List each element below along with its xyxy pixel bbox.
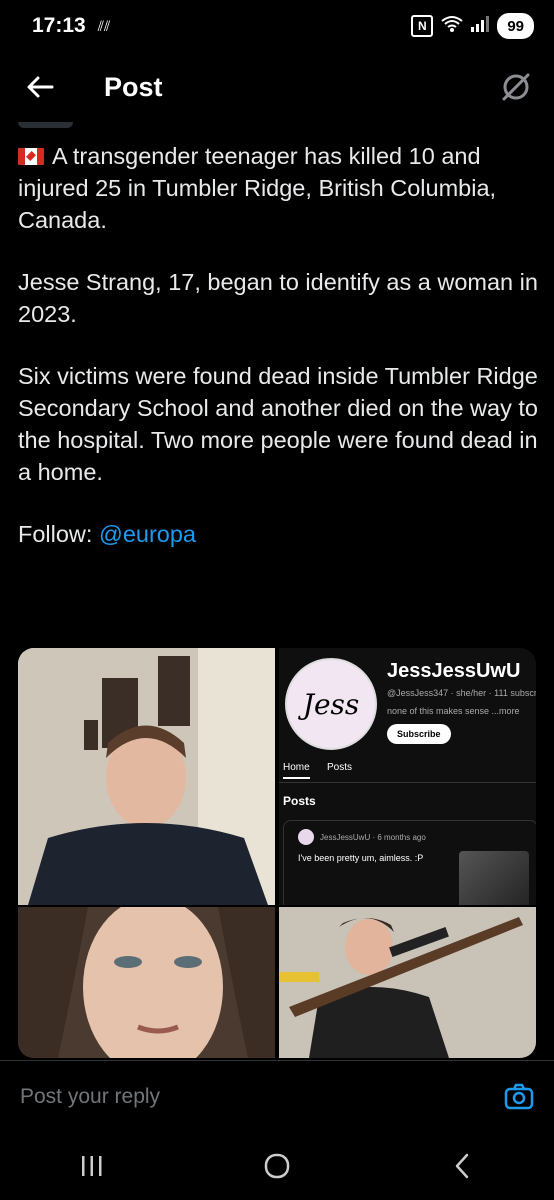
media-photo-rifle[interactable] (279, 907, 536, 1058)
yt-channel-name: JessJessUwU (387, 660, 521, 682)
nav-back-button[interactable] (432, 1141, 492, 1191)
status-right: N 99 (411, 13, 534, 39)
system-nav-bar (0, 1132, 554, 1200)
wifi-icon (441, 15, 463, 38)
media-grid[interactable]: Jess JessJessUwU @JessJess347 · she/her … (18, 648, 536, 1058)
cell-signal-icon (471, 15, 490, 37)
page-title: Post (104, 71, 163, 102)
media-youtube-screenshot[interactable]: Jess JessJessUwU @JessJess347 · she/her … (279, 648, 536, 905)
yt-tabs: Home Posts (279, 760, 536, 783)
grok-button[interactable] (498, 69, 534, 105)
yt-subscribe-button: Subscribe (387, 724, 451, 744)
media-photo-closeup[interactable] (18, 907, 275, 1058)
signal-activity-icon: ⫽⫽ (97, 17, 111, 34)
arrow-left-icon (27, 76, 54, 98)
closeup-illustration (18, 907, 275, 1058)
yt-post-thumbnail (459, 851, 529, 905)
post-follow-line: Follow: @europa (18, 518, 538, 550)
camera-button[interactable] (504, 1082, 534, 1112)
nfc-icon: N (411, 15, 434, 37)
back-button[interactable] (20, 67, 60, 107)
yt-posts-heading: Posts (283, 794, 316, 808)
portrait-illustration (18, 648, 275, 905)
reply-input[interactable]: Post your reply (20, 1085, 160, 1109)
canada-flag-icon (18, 148, 44, 165)
post-paragraph-2: Jesse Strang, 17, began to identify as a… (18, 269, 538, 327)
yt-avatar-text: Jess (302, 687, 360, 721)
yt-post-text: I've been pretty um, aimless. :P (298, 853, 424, 863)
post-paragraph-3: Six victims were found dead inside Tumbl… (18, 363, 538, 485)
recents-icon (82, 1156, 102, 1176)
yt-post-card: JessJessUwU · 6 months ago I've been pre… (283, 820, 536, 905)
yt-avatar: Jess (285, 658, 377, 750)
yt-description: none of this makes sense ...more (387, 706, 520, 716)
post-paragraph-1-text: A transgender teenager has killed 10 and… (18, 143, 497, 233)
yt-tab-posts: Posts (327, 762, 353, 773)
status-left: 17:13 ⫽⫽ (32, 14, 110, 38)
status-time: 17:13 (32, 14, 86, 37)
previous-content-edge (18, 122, 73, 128)
post-text: A transgender teenager has killed 10 and… (18, 140, 538, 580)
recents-button[interactable] (62, 1141, 122, 1191)
grok-icon (502, 73, 530, 101)
status-bar: 17:13 ⫽⫽ N 99 (0, 0, 554, 52)
chevron-left-icon (455, 1153, 468, 1179)
mention-link[interactable]: @europa (99, 521, 196, 547)
yt-tab-home: Home (283, 762, 310, 779)
battery-indicator: 99 (497, 13, 534, 39)
home-icon (264, 1153, 290, 1179)
post-paragraph-1: A transgender teenager has killed 10 and… (18, 140, 538, 236)
follow-prefix: Follow: (18, 521, 99, 547)
home-button[interactable] (247, 1141, 307, 1191)
yt-post-meta: JessJessUwU · 6 months ago (320, 833, 426, 842)
rifle-illustration (279, 907, 536, 1058)
post-header: Post (0, 52, 554, 122)
media-photo-portrait[interactable] (18, 648, 275, 905)
yt-handle: @JessJess347 · she/her · 111 subscribe (387, 688, 536, 698)
reply-bar: Post your reply (0, 1060, 554, 1132)
yt-post-avatar (298, 829, 314, 845)
camera-icon (504, 1083, 534, 1109)
